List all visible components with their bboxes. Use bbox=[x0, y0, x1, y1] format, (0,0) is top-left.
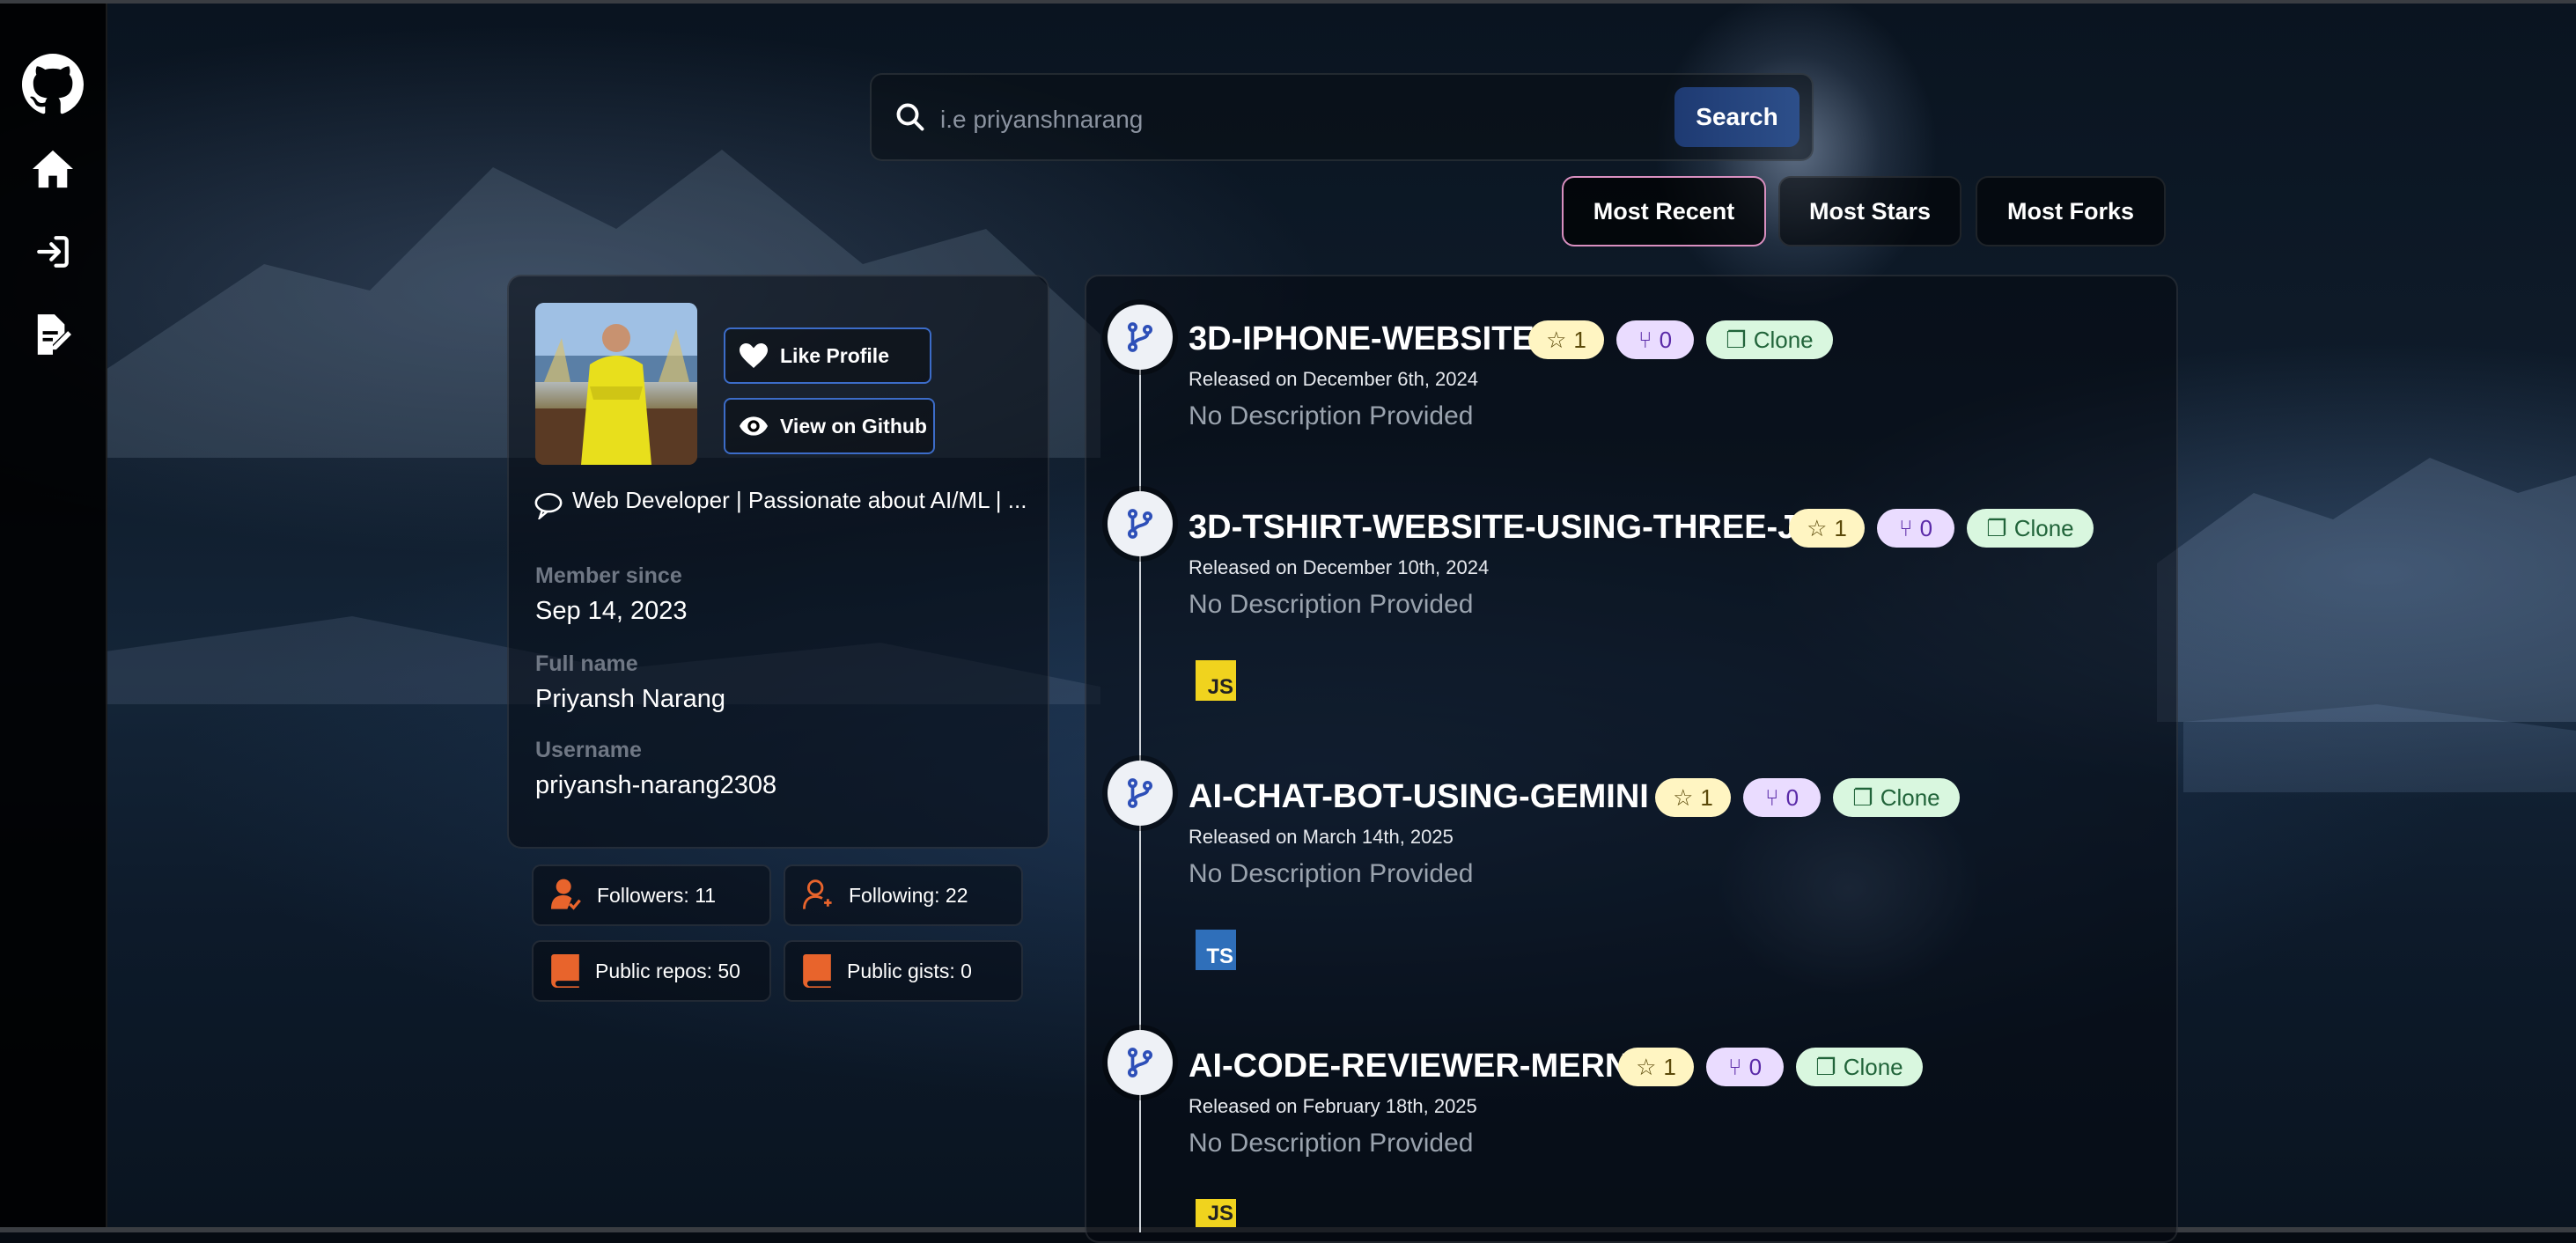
clone-label: Clone bbox=[2013, 514, 2074, 541]
home-icon[interactable] bbox=[21, 137, 85, 201]
view-on-github-button[interactable]: View on Github bbox=[724, 398, 935, 454]
username-value: priyansh-narang2308 bbox=[535, 771, 777, 799]
public-gists-stat: Public gists: 0 bbox=[784, 940, 1023, 1002]
release-date: Released on February 18th, 2025 bbox=[1189, 1095, 1477, 1117]
search-bar: Search bbox=[870, 73, 1814, 161]
repo-description: No Description Provided bbox=[1189, 859, 1474, 888]
star-icon: ☆ bbox=[1673, 783, 1694, 811]
star-count: 1 bbox=[1663, 1053, 1676, 1080]
search-button[interactable]: Search bbox=[1674, 87, 1800, 147]
member-since-value: Sep 14, 2023 bbox=[535, 597, 688, 625]
user-plus-icon bbox=[803, 879, 832, 909]
copy-icon: ❐ bbox=[1986, 514, 2007, 541]
signup-icon[interactable] bbox=[21, 303, 85, 366]
clone-button[interactable]: ❐ Clone bbox=[1833, 778, 1960, 817]
repo-title[interactable]: AI-CHAT-BOT-USING-GEMINI bbox=[1189, 778, 1649, 816]
copy-icon: ❐ bbox=[1815, 1053, 1836, 1080]
view-on-github-label: View on Github bbox=[780, 414, 927, 438]
star-count-badge: ☆ 1 bbox=[1789, 509, 1865, 548]
repo-description: No Description Provided bbox=[1189, 590, 1474, 619]
fork-icon: ⑂ bbox=[1727, 1053, 1742, 1080]
public-repos-stat: Public repos: 50 bbox=[532, 940, 771, 1002]
repo-description: No Description Provided bbox=[1189, 401, 1474, 430]
avatar bbox=[535, 303, 697, 465]
public-repos-label: Public repos: 50 bbox=[595, 959, 740, 982]
fork-count: 0 bbox=[1785, 783, 1800, 811]
public-gists-label: Public gists: 0 bbox=[847, 959, 972, 982]
fork-icon bbox=[1108, 1030, 1173, 1095]
fork-count-badge: ⑂ 0 bbox=[1616, 320, 1694, 359]
fork-icon bbox=[1108, 305, 1173, 370]
clone-label: Clone bbox=[1843, 1053, 1903, 1080]
following-stat: Following: 22 bbox=[784, 864, 1023, 926]
clone-button[interactable]: ❐ Clone bbox=[1967, 509, 2094, 548]
typescript-icon: TS bbox=[1196, 930, 1236, 970]
fork-count: 0 bbox=[1919, 514, 1933, 541]
clone-button[interactable]: ❐ Clone bbox=[1796, 1048, 1923, 1086]
login-icon[interactable] bbox=[21, 220, 85, 283]
copy-icon: ❐ bbox=[1726, 326, 1747, 353]
repo-icon bbox=[803, 954, 831, 988]
fork-icon bbox=[1108, 491, 1173, 556]
star-icon: ☆ bbox=[1636, 1053, 1657, 1080]
full-name-value: Priyansh Narang bbox=[535, 685, 725, 713]
repo-icon bbox=[551, 954, 579, 988]
fork-icon bbox=[1108, 761, 1173, 826]
star-count: 1 bbox=[1834, 514, 1847, 541]
repo-title[interactable]: 3D-IPHONE-WEBSITE bbox=[1189, 320, 1535, 358]
javascript-icon: JS bbox=[1196, 1199, 1236, 1227]
profile-card: Like Profile View on Github Web Develope… bbox=[507, 275, 1049, 849]
fork-icon: ⑂ bbox=[1898, 514, 1913, 541]
tab-most-forks[interactable]: Most Forks bbox=[1976, 176, 2166, 246]
star-count: 1 bbox=[1573, 326, 1586, 353]
username-label: Username bbox=[535, 738, 642, 762]
fork-icon: ⑂ bbox=[1764, 783, 1779, 811]
github-icon[interactable] bbox=[21, 53, 85, 116]
bio-text: Web Developer | Passionate about AI/ML |… bbox=[572, 487, 1027, 513]
star-count-badge: ☆ 1 bbox=[1618, 1048, 1694, 1086]
like-profile-label: Like Profile bbox=[780, 343, 889, 367]
star-icon: ☆ bbox=[1807, 514, 1828, 541]
release-date: Released on December 6th, 2024 bbox=[1189, 368, 1478, 390]
search-icon bbox=[894, 101, 926, 137]
followers-stat: Followers: 11 bbox=[532, 864, 771, 926]
repo-title[interactable]: AI-CODE-REVIEWER-MERN bbox=[1189, 1048, 1629, 1085]
heart-icon bbox=[740, 343, 768, 368]
repo-description: No Description Provided bbox=[1189, 1129, 1474, 1158]
tab-most-stars[interactable]: Most Stars bbox=[1778, 176, 1961, 246]
star-count-badge: ☆ 1 bbox=[1528, 320, 1604, 359]
search-input[interactable] bbox=[938, 96, 1646, 143]
like-profile-button[interactable]: Like Profile bbox=[724, 327, 931, 384]
eye-icon bbox=[740, 416, 768, 436]
top-border bbox=[0, 0, 2576, 4]
star-count: 1 bbox=[1700, 783, 1713, 811]
javascript-icon: JS bbox=[1196, 660, 1236, 701]
fork-icon: ⑂ bbox=[1638, 326, 1652, 353]
release-date: Released on December 10th, 2024 bbox=[1189, 556, 1490, 578]
tab-most-recent[interactable]: Most Recent bbox=[1562, 176, 1766, 246]
release-date: Released on March 14th, 2025 bbox=[1189, 826, 1454, 848]
clone-label: Clone bbox=[1880, 783, 1940, 811]
member-since-label: Member since bbox=[535, 563, 682, 588]
copy-icon: ❐ bbox=[1852, 783, 1873, 811]
fork-count: 0 bbox=[1748, 1053, 1763, 1080]
fork-count: 0 bbox=[1659, 326, 1673, 353]
user-check-icon bbox=[551, 879, 581, 910]
following-label: Following: 22 bbox=[849, 883, 968, 907]
clone-button[interactable]: ❐ Clone bbox=[1706, 320, 1833, 359]
repo-title[interactable]: 3D-TSHIRT-WEBSITE-USING-THREE-JS bbox=[1189, 509, 1819, 547]
fork-count-badge: ⑂ 0 bbox=[1743, 778, 1821, 817]
sidebar bbox=[0, 4, 107, 1227]
clone-label: Clone bbox=[1753, 326, 1814, 353]
comment-icon bbox=[534, 491, 563, 524]
fork-count-badge: ⑂ 0 bbox=[1706, 1048, 1784, 1086]
full-name-label: Full name bbox=[535, 651, 638, 676]
star-count-badge: ☆ 1 bbox=[1655, 778, 1731, 817]
followers-label: Followers: 11 bbox=[597, 883, 717, 907]
star-icon: ☆ bbox=[1546, 326, 1567, 353]
fork-count-badge: ⑂ 0 bbox=[1877, 509, 1954, 548]
